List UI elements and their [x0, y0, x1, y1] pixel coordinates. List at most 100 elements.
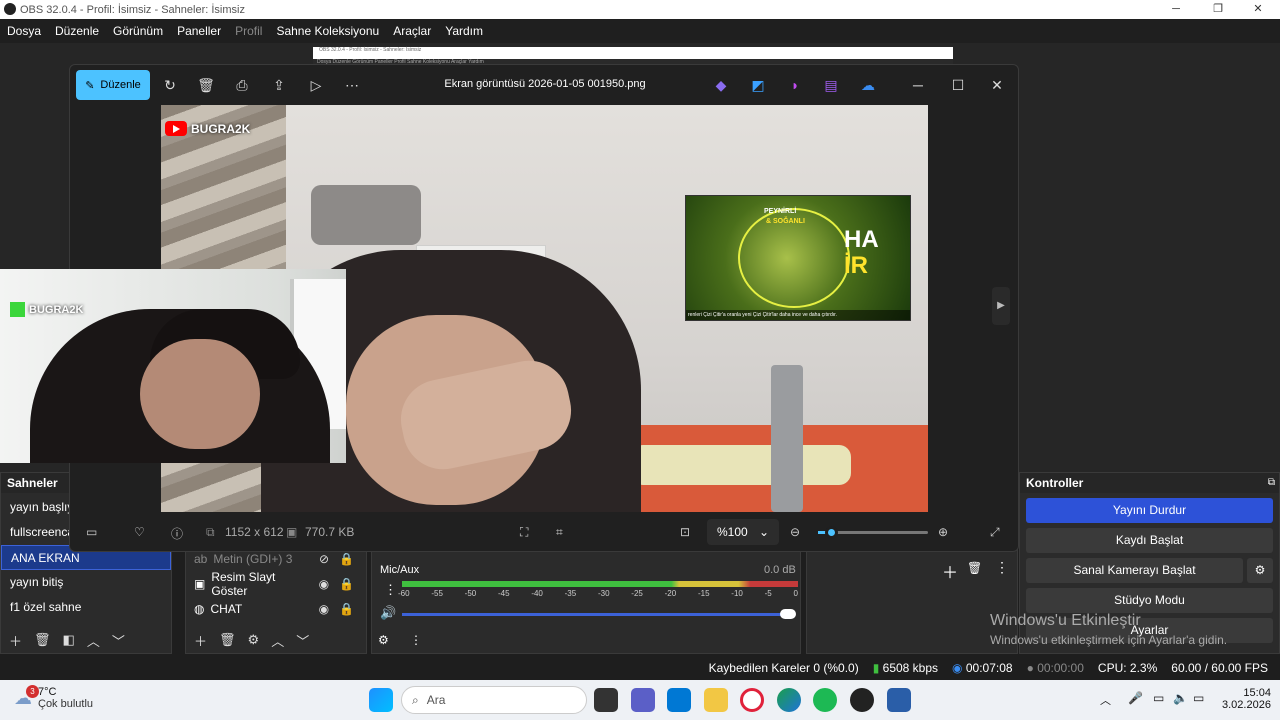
share-icon[interactable]: ⇪ [269, 75, 289, 95]
source-item[interactable]: ▣ Resim Slayt Göster ◉ 🔒 [186, 570, 366, 598]
source-item[interactable]: ◍ CHAT ◉ 🔒 [186, 596, 366, 621]
add-source-icon[interactable]: ＋ [194, 631, 207, 650]
edit-button[interactable]: ✎ Düzenle [76, 70, 150, 100]
filmstrip-icon[interactable]: ▭ [86, 525, 97, 539]
rotate-icon[interactable]: ↻ [160, 75, 180, 95]
maximize-button[interactable]: ❐ [1200, 0, 1236, 19]
clock-date: 3.02.2026 [1222, 699, 1271, 711]
viewer-maximize-button[interactable]: ☐ [948, 75, 968, 95]
add-scene-icon[interactable]: ＋ [9, 631, 22, 650]
transition-menu-icon[interactable]: ⋮ [995, 559, 1009, 576]
virtual-camera-settings-icon[interactable]: ⚙ [1247, 558, 1273, 583]
zoom-out-icon[interactable]: ⊖ [790, 525, 800, 539]
move-down-icon[interactable]: ﹀ [112, 631, 125, 650]
zoom-in-icon[interactable]: ⊕ [938, 525, 948, 539]
microphone-icon[interactable]: 🎤 [1128, 691, 1143, 705]
move-down-icon[interactable]: ﹀ [296, 631, 309, 650]
print-icon[interactable]: ⎙ [232, 75, 252, 95]
teams-icon[interactable] [631, 688, 655, 712]
fps-value: 60.00 / 60.00 FPS [1171, 660, 1268, 675]
lock-icon[interactable]: 🔒 [339, 577, 354, 591]
stop-stream-button[interactable]: Yayını Durdur [1026, 498, 1273, 523]
scene-filters-icon[interactable]: ◧ [63, 632, 75, 648]
volume-slider[interactable] [402, 613, 792, 616]
volume-icon[interactable]: 🔈 [1173, 691, 1188, 705]
copilot-icon[interactable]: ◆ [711, 75, 731, 95]
slideshow-icon[interactable]: ▷ [306, 75, 326, 95]
photos-taskbar-icon[interactable] [887, 688, 911, 712]
viewer-bottom-bar: ▭ ♡ ⓘ ⧉ 1152 x 612 ▣ 770.7 KB ⛶ ⌗ ⊡ %100… [70, 512, 1020, 552]
onedrive-icon[interactable]: ☁ [858, 75, 878, 95]
minimize-button[interactable]: ─ [1158, 0, 1194, 19]
favorite-icon[interactable]: ♡ [134, 525, 145, 539]
channel-menu-icon[interactable]: ⋮ [384, 582, 397, 598]
delete-source-icon[interactable]: 🗑 [219, 632, 236, 648]
file-explorer-icon[interactable] [704, 688, 728, 712]
advanced-audio-icon[interactable]: ⚙ [378, 633, 389, 647]
edge-icon[interactable] [777, 688, 801, 712]
scene-item[interactable]: f1 özel sahne [1, 595, 171, 620]
delete-transition-icon[interactable]: 🗑 [967, 561, 982, 575]
undock-icon[interactable]: ⧉ [1268, 477, 1275, 488]
menu-gorunum[interactable]: Görünüm [106, 24, 170, 38]
delete-icon[interactable]: 🗑 [196, 75, 216, 95]
menu-paneller[interactable]: Paneller [170, 24, 228, 38]
screenshot-icon[interactable]: ⊡ [680, 525, 690, 539]
text-recognition-icon[interactable]: ⌗ [556, 525, 563, 540]
browser-source-icon: ◍ [194, 601, 205, 616]
tray-chevron-icon[interactable]: ︿ [1100, 692, 1111, 708]
visibility-icon[interactable]: ◉ [319, 577, 329, 591]
menu-dosya[interactable]: Dosya [0, 24, 48, 38]
source-settings-icon[interactable]: ⚙ [248, 632, 260, 648]
start-button-icon[interactable] [369, 688, 393, 712]
opera-icon[interactable] [740, 688, 764, 712]
lock-icon[interactable]: 🔒 [339, 552, 354, 566]
menu-duzenle[interactable]: Düzenle [48, 24, 106, 38]
weather-widget[interactable]: ☁ 3 7°C Çok bulutlu [14, 684, 93, 710]
meter-tick: -15 [697, 589, 710, 598]
mixer-channel-name: Mic/Aux [380, 564, 420, 576]
move-up-icon[interactable]: ︿ [271, 631, 284, 650]
next-image-button[interactable]: ▶ [992, 287, 1010, 325]
mixer-menu-icon[interactable]: ⋮ [410, 633, 422, 647]
spotify-icon[interactable] [813, 688, 837, 712]
speaker-icon[interactable]: 🔊 [380, 605, 396, 621]
more-icon[interactable]: ⋯ [342, 75, 362, 95]
designer-icon[interactable]: ▤ [821, 75, 841, 95]
meter-tick: -5 [764, 589, 772, 598]
store-icon[interactable] [667, 688, 691, 712]
controls-title: Kontroller [1020, 473, 1279, 493]
delete-scene-icon[interactable]: 🗑 [34, 632, 51, 648]
battery-icon[interactable]: ▭ [1193, 691, 1204, 705]
volume-slider-handle[interactable] [780, 609, 796, 619]
close-button[interactable]: ✕ [1240, 0, 1276, 19]
visibility-hidden-icon[interactable]: ⊘ [319, 552, 329, 566]
obs-taskbar-icon[interactable] [850, 688, 874, 712]
network-icon[interactable]: ▭ [1153, 691, 1164, 705]
info-icon[interactable]: ⓘ [171, 525, 183, 542]
task-view-icon[interactable] [594, 688, 618, 712]
studio-mode-button[interactable]: Stüdyo Modu [1026, 588, 1273, 613]
viewer-minimize-button[interactable]: ─ [908, 75, 928, 95]
clock[interactable]: 15:04 3.02.2026 [1222, 687, 1271, 711]
zoom-slider[interactable] [818, 526, 928, 539]
menu-araclar[interactable]: Araçlar [386, 24, 438, 38]
zoom-dropdown[interactable]: %100 ⌄ [707, 519, 779, 545]
visibility-icon[interactable]: ◉ [319, 602, 329, 616]
zoom-slider-handle[interactable] [825, 526, 839, 539]
viewer-close-button[interactable]: ✕ [987, 75, 1007, 95]
scene-item[interactable]: yayın bitiş [1, 570, 171, 595]
lock-icon[interactable]: 🔒 [339, 602, 354, 616]
paint-icon[interactable]: ◩ [748, 75, 768, 95]
clipchamp-icon[interactable]: ◗ [785, 75, 805, 95]
rec-time: 00:00:00 [1037, 660, 1084, 675]
taskbar-search[interactable]: ⌕ Ara [401, 686, 587, 714]
add-transition-icon[interactable]: ＋ [942, 559, 958, 583]
start-recording-button[interactable]: Kaydı Başlat [1026, 528, 1273, 553]
fullscreen-icon[interactable]: ⤢ [990, 525, 1000, 540]
menu-sahne-koleksiyonu[interactable]: Sahne Koleksiyonu [269, 24, 386, 38]
move-up-icon[interactable]: ︿ [87, 631, 100, 650]
crop-icon[interactable]: ⛶ [520, 525, 528, 540]
menu-yardim[interactable]: Yardım [438, 24, 490, 38]
start-virtual-camera-button[interactable]: Sanal Kamerayı Başlat [1026, 558, 1243, 583]
